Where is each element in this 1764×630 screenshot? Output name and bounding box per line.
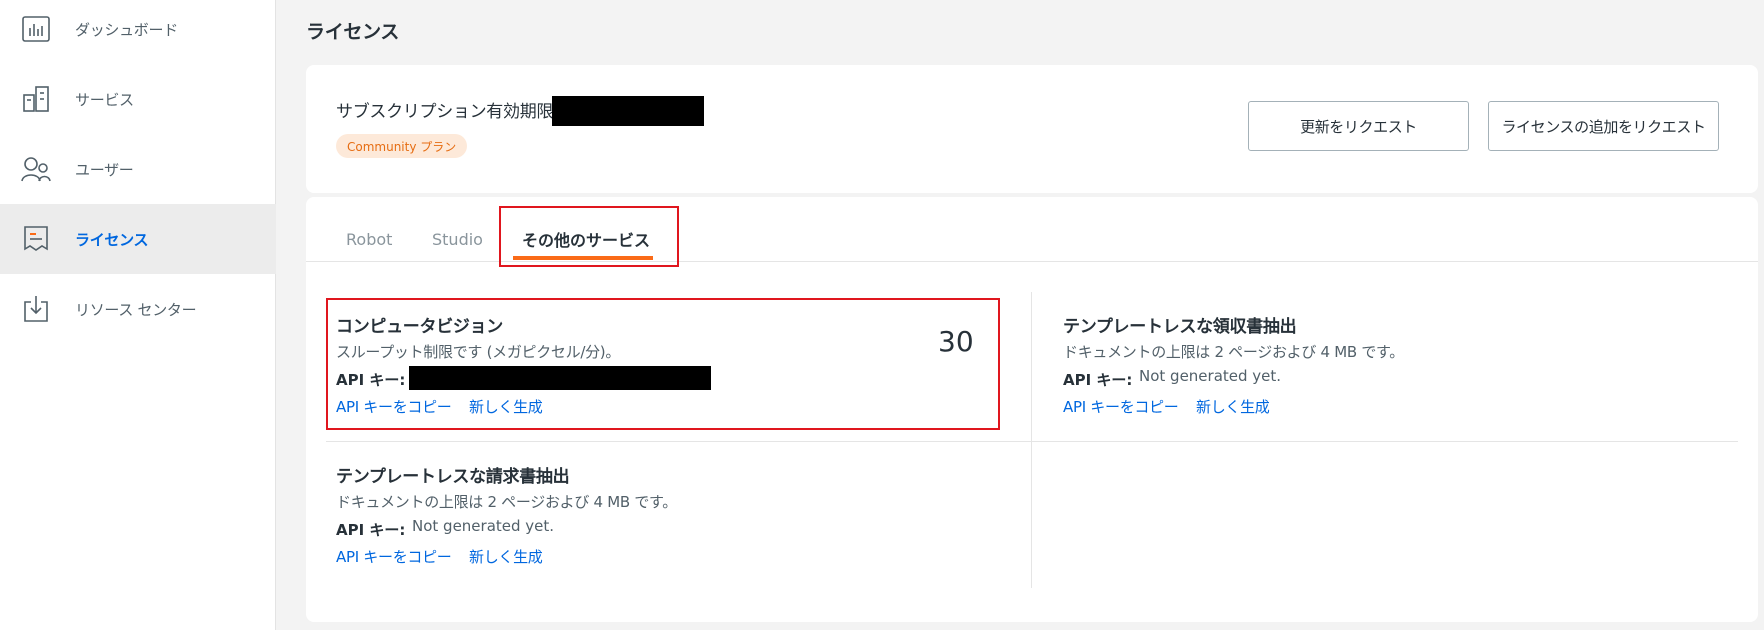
tab-other-services[interactable]: その他のサービス [522, 217, 650, 261]
tab-studio[interactable]: Studio [432, 217, 483, 261]
redacted-expiry-date [552, 96, 704, 126]
services-building-icon [20, 83, 52, 115]
service-description: ドキュメントの上限は 2 ページおよび 4 MB です。 [336, 493, 677, 511]
redacted-api-key [409, 366, 711, 390]
dashboard-chart-icon [20, 13, 52, 45]
copy-api-key-link[interactable]: API キーをコピー [1063, 396, 1179, 417]
service-description: ドキュメントの上限は 2 ページおよび 4 MB です。 [1063, 343, 1404, 361]
sidebar-item-label: ライセンス [75, 230, 149, 249]
sidebar-item-license[interactable]: ライセンス [0, 204, 276, 274]
service-invoice-extraction: テンプレートレスな請求書抽出 ドキュメントの上限は 2 ページおよび 4 MB … [336, 462, 996, 572]
copy-api-key-link[interactable]: API キーをコピー [336, 396, 452, 417]
sidebar-item-services[interactable]: サービス [0, 64, 276, 134]
sidebar-item-label: リソース センター [75, 300, 197, 319]
service-title: テンプレートレスな領収書抽出 [1063, 317, 1297, 337]
sidebar-item-users[interactable]: ユーザー [0, 134, 276, 204]
api-key-label: API キー: [1063, 371, 1133, 389]
app-root: ダッシュボード サービス ユーザー ライセンス リソース センター ライセンス … [0, 0, 1764, 630]
throughput-count: 30 [938, 325, 974, 358]
api-key-value: Not generated yet. [1139, 367, 1282, 385]
sidebar: ダッシュボード サービス ユーザー ライセンス リソース センター [0, 0, 276, 630]
sidebar-item-label: ユーザー [75, 160, 134, 179]
services-card: Robot Studio その他のサービス コンピュータビジョン スループット制… [306, 197, 1758, 622]
service-title: テンプレートレスな請求書抽出 [336, 467, 570, 487]
license-receipt-icon [20, 223, 52, 255]
tab-robot[interactable]: Robot [346, 217, 392, 261]
sidebar-item-dashboard[interactable]: ダッシュボード [0, 0, 276, 64]
subscription-card: サブスクリプション有効期限: Community プラン 更新をリクエスト ライ… [306, 65, 1758, 193]
column-divider [1031, 292, 1032, 588]
sidebar-item-label: ダッシュボード [75, 20, 178, 39]
service-receipt-extraction: テンプレートレスな領収書抽出 ドキュメントの上限は 2 ページおよび 4 MB … [1063, 312, 1723, 422]
plan-badge: Community プラン [336, 134, 468, 158]
generate-new-key-link[interactable]: 新しく生成 [469, 396, 543, 417]
sidebar-item-label: サービス [75, 90, 134, 109]
copy-api-key-link[interactable]: API キーをコピー [336, 546, 452, 567]
generate-new-key-link[interactable]: 新しく生成 [1196, 396, 1270, 417]
users-icon [20, 153, 52, 185]
api-key-value: Not generated yet. [412, 517, 555, 535]
request-additional-license-button[interactable]: ライセンスの追加をリクエスト [1488, 101, 1719, 151]
service-computer-vision: コンピュータビジョン スループット制限です (メガピクセル/分)。 30 API… [336, 312, 996, 422]
generate-new-key-link[interactable]: 新しく生成 [469, 546, 543, 567]
tabs-divider [306, 261, 1758, 262]
download-tray-icon [20, 293, 52, 325]
api-key-label: API キー: [336, 371, 406, 389]
service-title: コンピュータビジョン [336, 317, 503, 337]
page-title: ライセンス [306, 21, 400, 43]
sidebar-item-resource-center[interactable]: リソース センター [0, 274, 276, 344]
request-renewal-button[interactable]: 更新をリクエスト [1248, 101, 1469, 151]
row-divider [326, 441, 1738, 442]
subscription-expiry-label: サブスクリプション有効期限: [336, 102, 559, 122]
active-tab-indicator [513, 256, 653, 260]
api-key-label: API キー: [336, 521, 406, 539]
service-description: スループット制限です (メガピクセル/分)。 [336, 343, 621, 361]
